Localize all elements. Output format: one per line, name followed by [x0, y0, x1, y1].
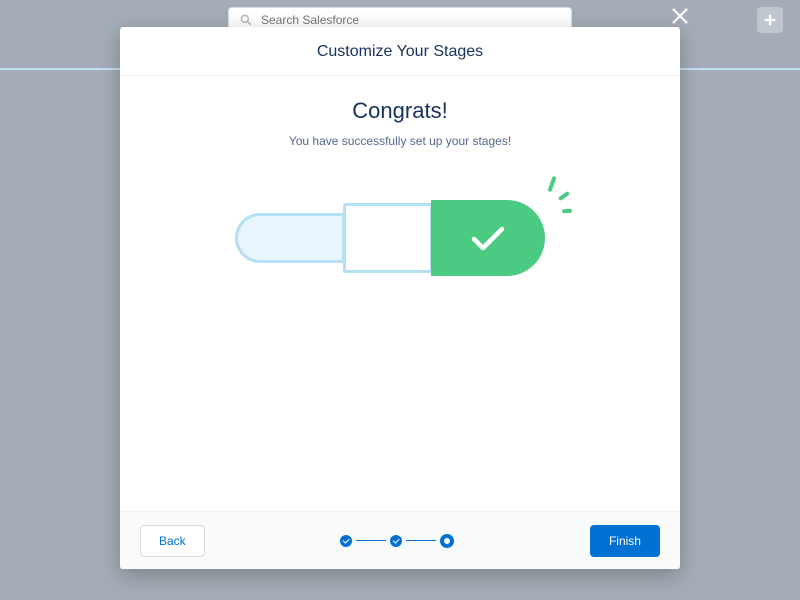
spark-icon: [547, 176, 556, 192]
stage-segment-2: [343, 203, 433, 273]
modal-title: Customize Your Stages: [120, 27, 680, 76]
stages-illustration: [235, 200, 565, 310]
congrats-heading: Congrats!: [150, 98, 650, 124]
modal-body: Congrats! You have successfully set up y…: [120, 76, 680, 511]
step-connector: [406, 540, 436, 541]
back-button[interactable]: Back: [140, 525, 205, 557]
add-app-button[interactable]: [757, 7, 783, 33]
step-2-done: [390, 535, 402, 547]
plus-icon: [763, 13, 777, 27]
search-input[interactable]: [261, 13, 561, 27]
step-indicator: [340, 534, 454, 548]
step-connector: [356, 540, 386, 541]
stage-segment-3-complete: [431, 200, 545, 276]
search-icon: [239, 13, 253, 27]
stage-segment-1: [235, 213, 345, 263]
close-icon: [669, 5, 691, 27]
finish-button[interactable]: Finish: [590, 525, 660, 557]
congrats-subtext: You have successfully set up your stages…: [150, 134, 650, 148]
modal-dialog: Customize Your Stages Congrats! You have…: [120, 27, 680, 569]
checkmark-icon: [468, 222, 508, 254]
spark-icon: [558, 191, 570, 201]
modal-footer: Back Finish: [120, 511, 680, 569]
spark-icon: [562, 209, 572, 214]
step-1-done: [340, 535, 352, 547]
step-3-current: [440, 534, 454, 548]
